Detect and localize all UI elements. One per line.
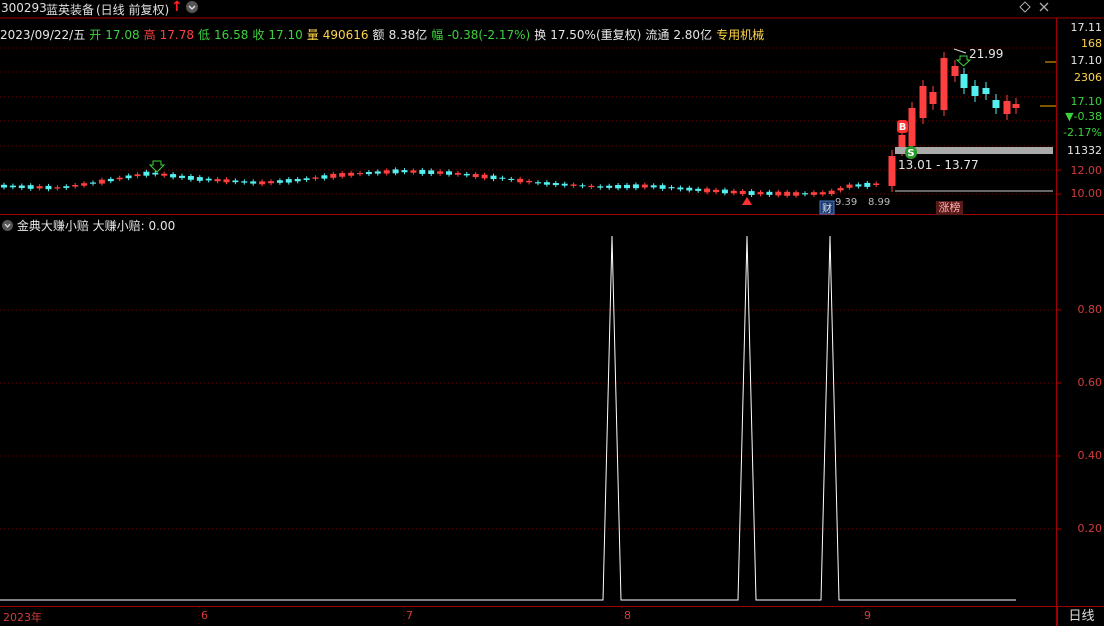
candle: [960, 74, 968, 88]
period-selector[interactable]: 日线: [1057, 607, 1104, 626]
chevron-down-icon[interactable]: [2, 220, 13, 231]
time-label-2023: 2023年: [3, 611, 42, 624]
zhangbang-badge[interactable]: 涨榜: [936, 201, 963, 215]
candle: [992, 100, 1000, 108]
svg-text:财: 财: [822, 202, 832, 215]
indicator-axis: 0.80 0.60 0.40 0.20: [1057, 218, 1104, 606]
candle: [971, 86, 979, 96]
axis-cost: 11332: [1067, 144, 1102, 157]
axis-tick-10: 10.00: [1070, 187, 1103, 200]
candle: [940, 58, 948, 110]
time-label-jun: 6: [201, 609, 208, 622]
cost-band: [895, 147, 1053, 154]
svg-text:B: B: [899, 122, 907, 133]
axis-change: ▼-0.38: [1065, 110, 1102, 123]
max-price-label: 21.99: [969, 47, 1003, 61]
time-label-sep: 9: [864, 609, 871, 622]
indicator-name[interactable]: 金典大赚小赔: [17, 219, 89, 233]
candlestick-series: [1, 52, 1020, 198]
axis-current: 17.10: [1070, 54, 1103, 67]
ind-tick-040: 0.40: [1077, 449, 1103, 462]
axis-high: 17.11: [1070, 21, 1103, 34]
buy-badge[interactable]: B: [897, 120, 908, 133]
time-label-aug: 8: [624, 609, 631, 622]
axis-tick-12: 12.00: [1070, 164, 1103, 177]
candle: [929, 92, 937, 104]
candle: [888, 156, 896, 186]
range-label: 13.01 - 13.77: [898, 158, 979, 172]
min-price-label: 8.99: [868, 197, 890, 208]
indicator-line: [0, 235, 1016, 601]
ind-tick-080: 0.80: [1077, 303, 1103, 316]
axis-count: 2306: [1074, 71, 1102, 84]
indicator-header: 金典大赚小赔 大赚小赔: 0.00: [0, 217, 175, 233]
candle: [908, 108, 916, 146]
price-axis: 17.11 168 17.10 2306 17.10 ▼-0.38 -2.17%…: [1057, 18, 1104, 214]
axis-price: 17.10: [1070, 95, 1103, 108]
candle: [1012, 104, 1020, 108]
time-label-jul: 7: [406, 609, 413, 622]
min-prefix-label: 9.39: [835, 197, 857, 208]
indicator-value: 大赚小赔: 0.00: [92, 219, 176, 233]
ind-tick-020: 0.20: [1077, 522, 1103, 535]
axis-vol: 168: [1081, 37, 1102, 50]
candle: [1003, 101, 1011, 114]
candle: [951, 66, 959, 76]
candle: [982, 88, 990, 94]
candle: [919, 86, 927, 118]
axis-pct: -2.17%: [1063, 126, 1102, 139]
kline-chart[interactable]: B S 13.01 - 13.77 21.99 财 9.39 8.99: [0, 0, 1104, 626]
ind-tick-060: 0.60: [1077, 376, 1103, 389]
triangle-up-icon: [742, 197, 752, 205]
finance-badge[interactable]: 财: [819, 200, 835, 215]
